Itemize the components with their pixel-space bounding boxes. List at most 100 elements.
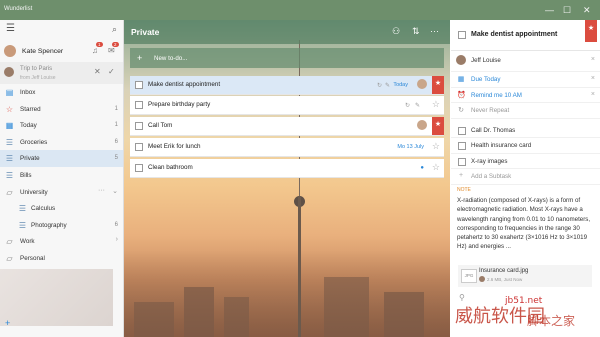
avatar: [417, 79, 427, 89]
sidebar-item-personal[interactable]: ▱ Personal: [0, 250, 123, 267]
sidebar-item-count: 1: [114, 122, 118, 129]
subtask-row[interactable]: X-ray images: [451, 154, 600, 169]
close-icon[interactable]: ✕: [583, 4, 591, 16]
star-flag-icon[interactable]: ★: [432, 117, 444, 135]
task-row[interactable]: Meet Erik for lunch Mo 13 July ☆: [130, 138, 444, 157]
sidebar-item-private[interactable]: ☰ Private 5: [0, 150, 123, 167]
detail-title[interactable]: Make dentist appointment: [471, 31, 557, 38]
task-row[interactable]: Prepare birthday party ↻ ✎ ☆: [130, 96, 444, 115]
add-subtask-row[interactable]: + Add a Subtask: [451, 169, 600, 185]
sidebar-item-label: Photography: [31, 221, 67, 229]
detail-checkbox[interactable]: [458, 31, 466, 39]
task-checkbox[interactable]: [135, 122, 143, 130]
shared-list-notification[interactable]: Trip to Paris from Jeff Louise ✕ ✓: [0, 62, 123, 84]
building: [134, 302, 174, 337]
bell-icon[interactable]: ♫: [92, 46, 98, 55]
share-icon[interactable]: ⚇: [392, 26, 400, 37]
alarm-icon: ⏰: [457, 91, 466, 99]
task-list-panel: Private ⚇ ⇅ ··· + New to-do... Make dent…: [124, 20, 450, 337]
folder-icon: ▱: [6, 187, 13, 197]
subtask-text: Call Dr. Thomas: [471, 126, 516, 134]
sidebar-item-count: 6: [114, 221, 118, 228]
sidebar-item-label: University: [20, 188, 48, 196]
sidebar-item-label: Work: [20, 238, 35, 246]
sidebar-item-today[interactable]: ▦ Today 1: [0, 117, 123, 134]
sort-icon[interactable]: ⇅: [412, 26, 420, 37]
note-text[interactable]: X-radiation (composed of X-rays) is a fo…: [457, 196, 593, 252]
task-checkbox[interactable]: [135, 101, 143, 109]
inbox-icon: ▤: [5, 88, 14, 97]
list-icon: ☰: [18, 204, 27, 214]
calendar-icon: ▦: [457, 76, 465, 83]
star-icon[interactable]: ☆: [432, 99, 440, 110]
sidebar-item-groceries[interactable]: ☰ Groceries 6: [0, 134, 123, 151]
subtask-text: X-ray images: [471, 157, 508, 165]
list-icon: ☰: [5, 137, 14, 147]
avatar: [456, 55, 466, 65]
subtask-checkbox[interactable]: [458, 157, 466, 166]
list-icon: ☰: [5, 154, 14, 164]
search-icon[interactable]: ⌕: [112, 24, 117, 35]
assignee-name: Jeff Louise: [471, 57, 501, 64]
sidebar-item-label: Inbox: [20, 89, 36, 96]
sidebar-item-bills[interactable]: ☰ Bills: [0, 167, 123, 184]
sidebar-item-photography[interactable]: ☰ Photography 6: [0, 217, 123, 234]
decline-icon[interactable]: ✕: [94, 67, 101, 76]
sidebar-item-work[interactable]: ▱ Work ›: [0, 233, 123, 250]
task-row[interactable]: Clean bathroom ● ☆: [130, 159, 444, 178]
due-date-row[interactable]: ▦ Due Today ×: [451, 72, 600, 88]
subtask-checkbox[interactable]: [458, 126, 466, 135]
task-checkbox[interactable]: [135, 143, 143, 151]
accept-icon[interactable]: ✓: [108, 67, 115, 76]
chevron-right-icon[interactable]: ›: [116, 236, 118, 243]
reminder-row[interactable]: ⏰ Remind me 10 AM ×: [451, 88, 600, 103]
task-row[interactable]: Make dentist appointment ↻ ✎ Today ★: [130, 76, 444, 95]
building: [224, 297, 249, 337]
sidebar-item-inbox[interactable]: ▤ Inbox: [0, 84, 123, 101]
minimize-icon[interactable]: —: [545, 4, 554, 16]
list-header: Private ⚇ ⇅ ···: [124, 20, 450, 44]
star-icon[interactable]: ☆: [432, 162, 440, 173]
file-attachment[interactable]: JPG Insurance card.jpg 2.6 MB, Just Now: [458, 265, 592, 287]
task-row[interactable]: Call Tom ★: [130, 117, 444, 136]
chat-icon[interactable]: ✉: [108, 46, 115, 55]
note-icon: ✎: [414, 103, 420, 109]
task-checkbox[interactable]: [135, 81, 143, 89]
hamburger-menu-icon[interactable]: ☰: [6, 23, 15, 34]
task-title: Make dentist appointment: [148, 81, 221, 88]
sidebar-item-starred[interactable]: ☆ Starred 1: [0, 101, 123, 118]
star-flag-icon[interactable]: ★: [432, 76, 444, 94]
sidebar-item-label: Private: [20, 155, 40, 163]
file-type-badge: JPG: [461, 269, 477, 283]
sidebar-item-calculus[interactable]: ☰ Calculus: [0, 200, 123, 217]
add-subtask-text: Add a Subtask: [471, 173, 512, 180]
star-icon[interactable]: ☆: [432, 141, 440, 152]
attach-icon[interactable]: ⚲: [459, 293, 465, 302]
remove-icon[interactable]: ×: [591, 56, 595, 63]
star-icon: ☆: [5, 104, 14, 114]
subtask-row[interactable]: Call Dr. Thomas: [451, 123, 600, 138]
subtask-row[interactable]: Health insurance card: [451, 138, 600, 154]
file-size: 2.6 MB, Just Now: [487, 277, 523, 282]
assignee-row[interactable]: Jeff Louise ×: [451, 51, 600, 72]
remove-icon[interactable]: ×: [591, 91, 595, 98]
repeat-row[interactable]: ↻ Never Repeat: [451, 103, 600, 119]
app-title: Wunderlist: [4, 6, 33, 12]
more-icon[interactable]: ···: [430, 26, 439, 36]
folder-icon: ▱: [6, 253, 13, 263]
star-flag-icon[interactable]: ★: [585, 20, 597, 42]
more-icon[interactable]: ···: [98, 187, 105, 194]
tv-tower-shaft: [298, 196, 301, 337]
chevron-down-icon[interactable]: ⌄: [112, 187, 118, 195]
sidebar-item-university[interactable]: ▱ University ··· ⌄: [0, 184, 123, 201]
maximize-icon[interactable]: ☐: [563, 4, 571, 16]
plus-icon: +: [458, 172, 464, 179]
building: [384, 292, 424, 337]
building: [184, 287, 214, 337]
task-checkbox[interactable]: [135, 164, 143, 172]
user-profile[interactable]: Kate Spencer ♫ 1 ✉ 2: [0, 40, 123, 62]
add-todo-bar[interactable]: + New to-do...: [130, 48, 444, 68]
remove-icon[interactable]: ×: [591, 75, 595, 82]
subtask-checkbox[interactable]: [458, 142, 466, 150]
add-list-icon[interactable]: +: [5, 318, 10, 328]
